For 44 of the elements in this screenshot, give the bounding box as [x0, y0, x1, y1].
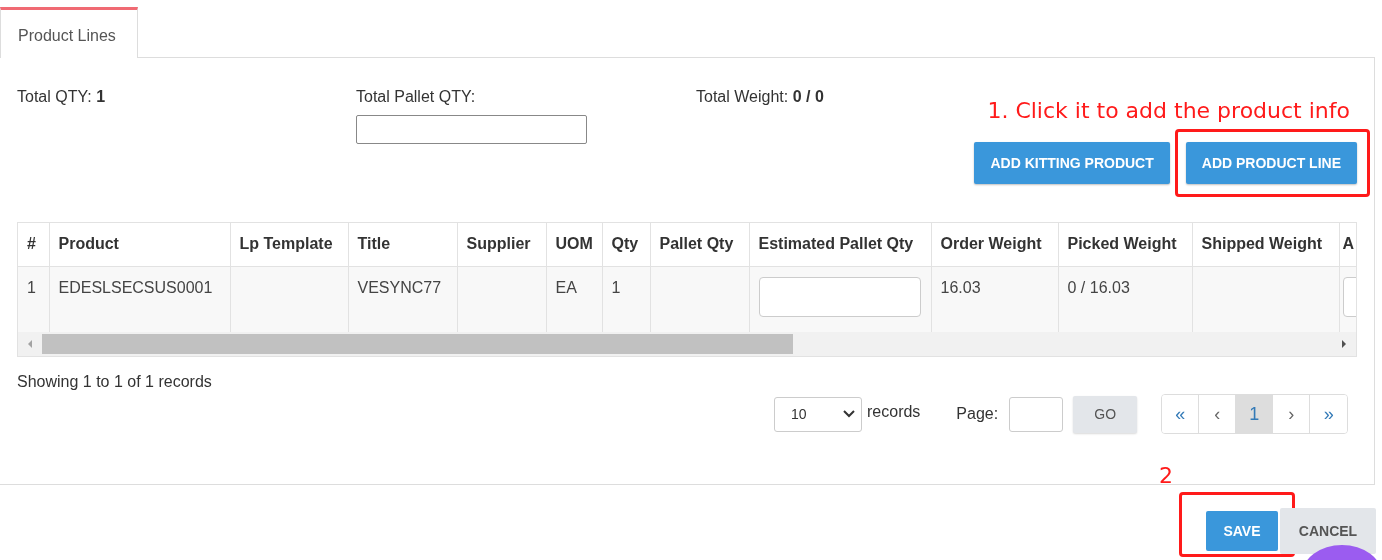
- column-header: Supplier: [457, 223, 546, 266]
- total-pallet-label: Total Pallet QTY:: [356, 88, 477, 106]
- column-header: Title: [348, 223, 457, 266]
- chevron-down-icon: [843, 410, 855, 418]
- table-cell: EA: [546, 266, 602, 332]
- annotation-number: 2: [1159, 463, 1173, 488]
- column-header: UOM: [546, 223, 602, 266]
- scroll-right-icon[interactable]: [1340, 339, 1348, 349]
- column-header: Shipped Weight: [1192, 223, 1339, 266]
- records-summary: Showing 1 to 1 of 1 records: [17, 373, 213, 391]
- page-field[interactable]: [1009, 396, 1064, 432]
- column-header: Lp Template: [230, 223, 348, 266]
- input-field[interactable]: [758, 276, 921, 317]
- table-cell: VESYNC77: [348, 266, 457, 332]
- table-cell: 1: [18, 266, 49, 332]
- go-button[interactable]: GO: [1073, 395, 1138, 433]
- page-button[interactable]: «: [1162, 395, 1200, 433]
- column-header: Product: [49, 223, 230, 266]
- table-cell: EDESLSECSUS0001: [49, 266, 230, 332]
- column-header: A: [1339, 223, 1356, 266]
- table-cell: 0 / 16.03: [1058, 266, 1192, 332]
- column-header: Order Weight: [931, 223, 1058, 266]
- scroll-left-icon[interactable]: [26, 339, 34, 349]
- records-label: records: [867, 403, 921, 421]
- total-qty: Total QTY: 1: [17, 88, 107, 106]
- save-button[interactable]: SAVE: [1206, 511, 1278, 551]
- action-button[interactable]: ADD KITTING PRODUCT: [974, 142, 1170, 184]
- cancel-button[interactable]: CANCEL: [1280, 508, 1376, 554]
- horizontal-scrollbar[interactable]: [18, 332, 1356, 356]
- annotation-text: 1. Click it to add the product info: [987, 98, 1350, 123]
- column-header: Pallet Qty: [650, 223, 749, 266]
- action-button[interactable]: ADD PRODUCT LINE: [1185, 142, 1357, 184]
- column-header: Picked Weight: [1058, 223, 1192, 266]
- tab[interactable]: Product Lines: [0, 7, 138, 58]
- total-weight: Total Weight: 0 / 0: [696, 88, 825, 106]
- page-label: Page:: [956, 405, 999, 423]
- total-pallet-field[interactable]: [356, 115, 587, 144]
- page-size-select[interactable]: 10: [774, 396, 862, 432]
- column-header: #: [18, 223, 49, 266]
- column-header: Qty: [602, 223, 650, 266]
- page-button[interactable]: 1: [1236, 395, 1274, 433]
- table-cell: 16.03: [931, 266, 1058, 332]
- table-cell: 1: [602, 266, 650, 332]
- column-header: Estimated Pallet Qty: [749, 223, 931, 266]
